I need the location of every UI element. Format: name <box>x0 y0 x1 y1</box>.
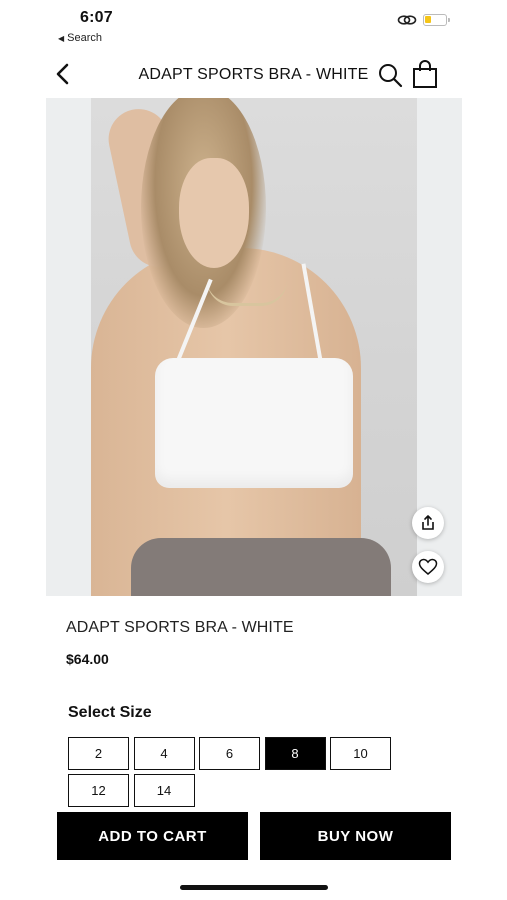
battery-icon <box>423 14 450 26</box>
link-icon <box>397 15 417 25</box>
size-option-8[interactable]: 8 <box>264 737 326 770</box>
status-back-label: Search <box>67 32 103 44</box>
back-triangle-icon: ◀ <box>58 33 65 43</box>
product-image-carousel[interactable] <box>46 98 462 596</box>
size-option-10[interactable]: 10 <box>330 737 391 770</box>
product-name: ADAPT SPORTS BRA - WHITE <box>66 619 294 636</box>
favorite-button[interactable] <box>412 551 444 583</box>
add-to-cart-button[interactable]: ADD TO CART <box>57 812 248 860</box>
select-size-label: Select Size <box>68 704 152 721</box>
share-icon <box>422 515 434 530</box>
search-button[interactable] <box>376 61 404 89</box>
status-indicators <box>397 14 450 26</box>
size-option-14[interactable]: 14 <box>133 774 195 807</box>
product-price: $64.00 <box>66 651 109 667</box>
size-option-12[interactable]: 12 <box>68 774 129 807</box>
product-header: ADAPT SPORTS BRA - WHITE <box>0 54 507 96</box>
size-option-6[interactable]: 6 <box>199 737 260 770</box>
search-icon <box>379 64 403 88</box>
battery-fill <box>425 16 431 23</box>
shopping-bag-icon <box>413 60 437 88</box>
size-option-4[interactable]: 4 <box>133 737 195 770</box>
share-button[interactable] <box>412 507 444 539</box>
heart-icon <box>418 558 438 575</box>
cart-button[interactable] <box>411 59 439 89</box>
size-option-2[interactable]: 2 <box>68 737 129 770</box>
home-indicator <box>180 885 328 890</box>
product-page: 6:07 ◀ Search ADAPT SPORTS BRA - WHITE A… <box>0 0 507 900</box>
status-back-to-search[interactable]: ◀ Search <box>58 32 102 44</box>
product-photo <box>91 98 417 596</box>
status-time: 6:07 <box>80 9 113 26</box>
buy-now-button[interactable]: BUY NOW <box>260 812 451 860</box>
